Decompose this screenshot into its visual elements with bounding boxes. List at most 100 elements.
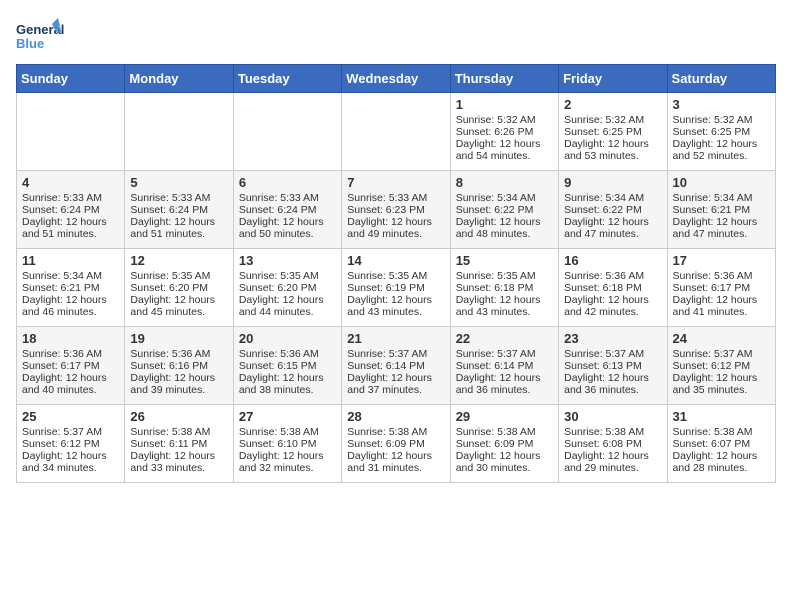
cell-info: and 38 minutes. bbox=[239, 384, 336, 396]
cell-info: Daylight: 12 hours bbox=[564, 372, 661, 384]
cell-info: Daylight: 12 hours bbox=[673, 138, 770, 150]
cell-info: and 51 minutes. bbox=[130, 228, 227, 240]
cell-info: Sunrise: 5:37 AM bbox=[673, 348, 770, 360]
calendar-cell bbox=[233, 93, 341, 171]
cell-info: Daylight: 12 hours bbox=[239, 294, 336, 306]
cell-info: and 47 minutes. bbox=[564, 228, 661, 240]
cell-info: Daylight: 12 hours bbox=[347, 216, 444, 228]
calendar-cell: 19Sunrise: 5:36 AMSunset: 6:16 PMDayligh… bbox=[125, 327, 233, 405]
cell-info: and 31 minutes. bbox=[347, 462, 444, 474]
cell-info: Sunrise: 5:38 AM bbox=[564, 426, 661, 438]
calendar-week-row: 11Sunrise: 5:34 AMSunset: 6:21 PMDayligh… bbox=[17, 249, 776, 327]
cell-info: Sunset: 6:24 PM bbox=[22, 204, 119, 216]
cell-info: Sunset: 6:21 PM bbox=[673, 204, 770, 216]
day-number: 4 bbox=[22, 175, 119, 190]
cell-info: Sunrise: 5:38 AM bbox=[347, 426, 444, 438]
calendar-cell: 22Sunrise: 5:37 AMSunset: 6:14 PMDayligh… bbox=[450, 327, 558, 405]
cell-info: Daylight: 12 hours bbox=[347, 294, 444, 306]
calendar-cell: 16Sunrise: 5:36 AMSunset: 6:18 PMDayligh… bbox=[559, 249, 667, 327]
cell-info: Sunrise: 5:36 AM bbox=[22, 348, 119, 360]
day-number: 18 bbox=[22, 331, 119, 346]
cell-info: Sunrise: 5:33 AM bbox=[347, 192, 444, 204]
calendar-cell: 21Sunrise: 5:37 AMSunset: 6:14 PMDayligh… bbox=[342, 327, 450, 405]
cell-info: Sunrise: 5:36 AM bbox=[564, 270, 661, 282]
day-number: 9 bbox=[564, 175, 661, 190]
cell-info: Sunset: 6:22 PM bbox=[564, 204, 661, 216]
cell-info: and 37 minutes. bbox=[347, 384, 444, 396]
cell-info: and 41 minutes. bbox=[673, 306, 770, 318]
day-header: Sunday bbox=[17, 65, 125, 93]
cell-info: Sunrise: 5:34 AM bbox=[673, 192, 770, 204]
cell-info: and 42 minutes. bbox=[564, 306, 661, 318]
cell-info: and 45 minutes. bbox=[130, 306, 227, 318]
calendar-cell bbox=[125, 93, 233, 171]
day-number: 20 bbox=[239, 331, 336, 346]
day-number: 7 bbox=[347, 175, 444, 190]
cell-info: and 30 minutes. bbox=[456, 462, 553, 474]
day-number: 30 bbox=[564, 409, 661, 424]
logo-icon: General Blue bbox=[16, 16, 64, 56]
cell-info: Sunrise: 5:36 AM bbox=[673, 270, 770, 282]
cell-info: Sunrise: 5:35 AM bbox=[347, 270, 444, 282]
cell-info: and 49 minutes. bbox=[347, 228, 444, 240]
day-number: 6 bbox=[239, 175, 336, 190]
cell-info: Sunset: 6:22 PM bbox=[456, 204, 553, 216]
calendar-cell: 26Sunrise: 5:38 AMSunset: 6:11 PMDayligh… bbox=[125, 405, 233, 483]
day-number: 24 bbox=[673, 331, 770, 346]
day-number: 17 bbox=[673, 253, 770, 268]
cell-info: Daylight: 12 hours bbox=[673, 216, 770, 228]
cell-info: and 35 minutes. bbox=[673, 384, 770, 396]
cell-info: and 52 minutes. bbox=[673, 150, 770, 162]
cell-info: Sunrise: 5:38 AM bbox=[130, 426, 227, 438]
cell-info: and 29 minutes. bbox=[564, 462, 661, 474]
cell-info: Sunset: 6:11 PM bbox=[130, 438, 227, 450]
day-number: 12 bbox=[130, 253, 227, 268]
cell-info: Sunrise: 5:38 AM bbox=[239, 426, 336, 438]
cell-info: and 48 minutes. bbox=[456, 228, 553, 240]
calendar-cell: 24 Sunrise: 5:37 AMSunset: 6:12 PMDayligh… bbox=[667, 327, 775, 405]
cell-info: Sunrise: 5:35 AM bbox=[239, 270, 336, 282]
calendar-cell: 28Sunrise: 5:38 AMSunset: 6:09 PMDayligh… bbox=[342, 405, 450, 483]
cell-info: Sunrise: 5:37 AM bbox=[456, 348, 553, 360]
cell-info: Sunrise: 5:37 AM bbox=[564, 348, 661, 360]
day-header: Thursday bbox=[450, 65, 558, 93]
calendar-week-row: 25Sunrise: 5:37 AMSunset: 6:12 PMDayligh… bbox=[17, 405, 776, 483]
cell-info: Sunrise: 5:34 AM bbox=[456, 192, 553, 204]
day-number: 16 bbox=[564, 253, 661, 268]
cell-info: and 53 minutes. bbox=[564, 150, 661, 162]
cell-info: Sunset: 6:16 PM bbox=[130, 360, 227, 372]
calendar-cell: 18Sunrise: 5:36 AMSunset: 6:17 PMDayligh… bbox=[17, 327, 125, 405]
day-number: 8 bbox=[456, 175, 553, 190]
day-number: 2 bbox=[564, 97, 661, 112]
cell-info: Sunset: 6:21 PM bbox=[22, 282, 119, 294]
cell-info: Sunrise: 5:36 AM bbox=[239, 348, 336, 360]
calendar-cell: 14Sunrise: 5:35 AMSunset: 6:19 PMDayligh… bbox=[342, 249, 450, 327]
calendar-cell: 5Sunrise: 5:33 AMSunset: 6:24 PMDaylight… bbox=[125, 171, 233, 249]
cell-info: Daylight: 12 hours bbox=[130, 450, 227, 462]
cell-info: Sunrise: 5:34 AM bbox=[22, 270, 119, 282]
cell-info: Sunrise: 5:32 AM bbox=[456, 114, 553, 126]
cell-info: Daylight: 12 hours bbox=[347, 372, 444, 384]
cell-info: Sunset: 6:10 PM bbox=[239, 438, 336, 450]
day-header: Wednesday bbox=[342, 65, 450, 93]
day-number: 29 bbox=[456, 409, 553, 424]
calendar-cell: 8Sunrise: 5:34 AMSunset: 6:22 PMDaylight… bbox=[450, 171, 558, 249]
calendar-cell: 17Sunrise: 5:36 AMSunset: 6:17 PMDayligh… bbox=[667, 249, 775, 327]
day-number: 23 bbox=[564, 331, 661, 346]
calendar-cell: 15Sunrise: 5:35 AMSunset: 6:18 PMDayligh… bbox=[450, 249, 558, 327]
cell-info: and 47 minutes. bbox=[673, 228, 770, 240]
cell-info: Sunset: 6:18 PM bbox=[564, 282, 661, 294]
day-number: 13 bbox=[239, 253, 336, 268]
cell-info: Sunrise: 5:32 AM bbox=[673, 114, 770, 126]
cell-info: Sunrise: 5:37 AM bbox=[347, 348, 444, 360]
day-number: 19 bbox=[130, 331, 227, 346]
cell-info: Sunset: 6:09 PM bbox=[456, 438, 553, 450]
cell-info: and 46 minutes. bbox=[22, 306, 119, 318]
cell-info: Sunset: 6:15 PM bbox=[239, 360, 336, 372]
cell-info: Sunset: 6:12 PM bbox=[673, 360, 770, 372]
day-number: 5 bbox=[130, 175, 227, 190]
calendar-week-row: 4 Sunrise: 5:33 AM Sunset: 6:24 PM Daylight… bbox=[17, 171, 776, 249]
cell-info: and 43 minutes. bbox=[456, 306, 553, 318]
cell-info: Daylight: 12 hours bbox=[673, 372, 770, 384]
day-header: Monday bbox=[125, 65, 233, 93]
